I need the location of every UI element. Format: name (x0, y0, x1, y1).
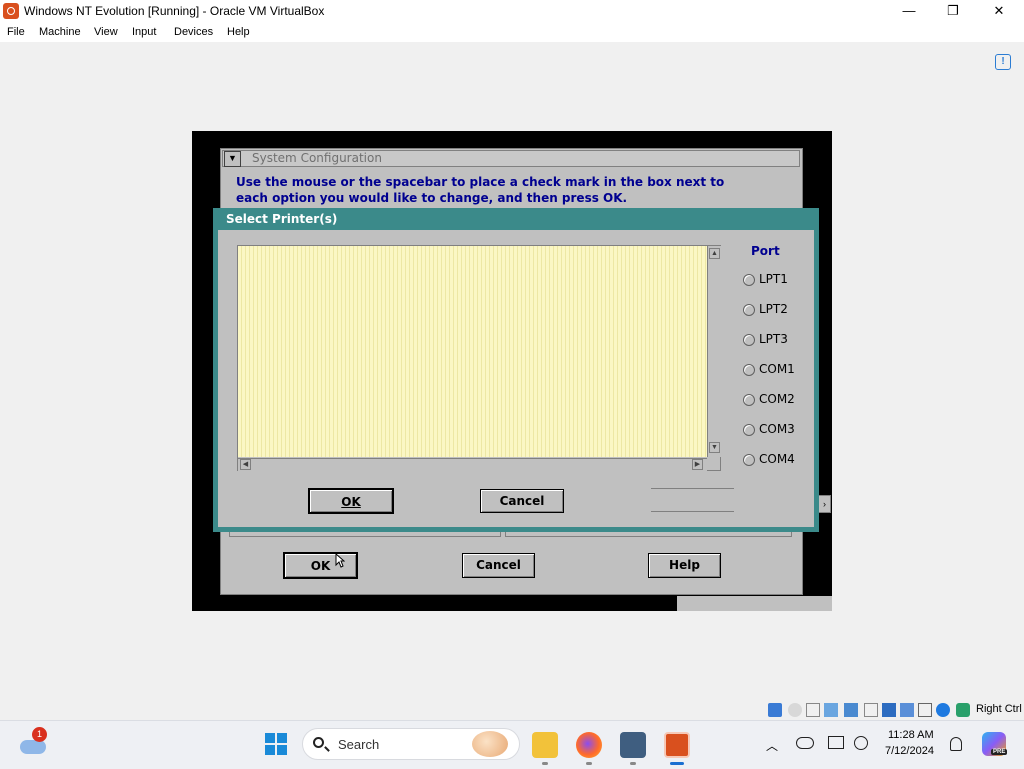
search-icon (313, 737, 324, 748)
radio-button-icon[interactable] (743, 274, 755, 286)
instructions-text: Use the mouse or the spacebar to place a… (236, 175, 725, 205)
radio-button-icon[interactable] (743, 454, 755, 466)
optical-drive-icon[interactable] (788, 703, 802, 717)
printer-cancel-button[interactable]: Cancel (480, 489, 564, 513)
firefox-icon[interactable] (576, 732, 602, 758)
network-icon[interactable] (844, 703, 858, 717)
search-placeholder: Search (338, 737, 380, 752)
system-config-ok-button[interactable]: OK (283, 552, 358, 579)
port-radio-label: COM1 (759, 362, 795, 376)
port-label: Port (751, 244, 780, 258)
hard-disk-icon[interactable] (768, 703, 782, 717)
maximize-button[interactable]: ❐ (930, 0, 976, 22)
cpu-icon[interactable] (936, 703, 950, 717)
display-tray-icon[interactable] (828, 736, 844, 749)
select-printer-title: Select Printer(s) (226, 212, 338, 226)
scroll-right-icon[interactable]: ▶ (692, 459, 703, 470)
menu-input[interactable]: Input (132, 26, 156, 38)
search-highlight-shell-icon[interactable] (472, 731, 508, 757)
copilot-preview-badge: PRE (991, 749, 1008, 755)
menu-view[interactable]: View (94, 26, 118, 38)
port-radio-label: LPT1 (759, 272, 788, 286)
scroll-stub-icon[interactable]: › (818, 495, 831, 513)
radio-button-icon[interactable] (743, 424, 755, 436)
port-radio-label: LPT2 (759, 302, 788, 316)
mouse-integration-icon[interactable] (956, 703, 970, 717)
network-status-icon[interactable] (854, 736, 868, 750)
display-icon[interactable] (900, 703, 914, 717)
radio-button-icon[interactable] (743, 364, 755, 376)
panel-divider-left (229, 532, 501, 537)
usb-icon[interactable] (864, 703, 878, 717)
radio-button-icon[interactable] (743, 304, 755, 316)
virtualbox-manager-icon[interactable] (620, 732, 646, 758)
info-notice-icon[interactable]: ! (995, 54, 1011, 70)
clock-time[interactable]: 11:28 AM (888, 729, 934, 741)
recording-icon[interactable] (918, 703, 932, 717)
window-title: Windows NT Evolution [Running] - Oracle … (24, 4, 325, 18)
show-hidden-icons-chevron-icon[interactable]: ︿ (766, 737, 778, 754)
windows-start-icon[interactable] (265, 733, 287, 755)
panel-divider-right (505, 532, 792, 537)
menu-devices[interactable]: Devices (174, 26, 213, 38)
port-radio-label: COM2 (759, 392, 795, 406)
close-button[interactable]: ✕ (976, 0, 1022, 22)
notification-bell-icon[interactable] (950, 737, 962, 751)
disabled-button-placeholder (651, 488, 734, 512)
host-key-label: Right Ctrl (976, 703, 1022, 715)
horizontal-scrollbar[interactable]: ◀ ▶ (238, 458, 707, 471)
mouse-cursor-icon (335, 553, 345, 568)
app-running-indicator (542, 762, 548, 765)
vertical-scrollbar[interactable]: ▲ ▼ (707, 246, 721, 457)
menu-machine[interactable]: Machine (39, 26, 81, 38)
menu-help[interactable]: Help (227, 26, 250, 38)
scroll-up-icon[interactable]: ▲ (709, 248, 720, 259)
radio-button-icon[interactable] (743, 334, 755, 346)
minimize-button[interactable]: — (886, 0, 932, 22)
shared-folder-icon[interactable] (882, 703, 896, 717)
scroll-left-icon[interactable]: ◀ (240, 459, 251, 470)
system-menu-icon[interactable]: ▼ (224, 151, 241, 167)
floppy-icon[interactable] (806, 703, 820, 717)
scroll-down-icon[interactable]: ▼ (709, 442, 720, 453)
weather-icon[interactable] (20, 740, 46, 754)
app-active-indicator (670, 762, 684, 765)
system-config-help-button[interactable]: Help (648, 553, 721, 578)
port-radio-label: COM3 (759, 422, 795, 436)
virtualbox-vm-icon[interactable] (664, 732, 690, 758)
file-explorer-icon[interactable] (532, 732, 558, 758)
menu-file[interactable]: File (7, 26, 25, 38)
weather-badge: 1 (32, 727, 47, 742)
audio-icon[interactable] (824, 703, 838, 717)
guest-background-strip (677, 596, 832, 611)
printer-ok-label: OK (341, 495, 361, 509)
printer-ok-button[interactable]: OK (308, 488, 394, 514)
port-radio-label: COM4 (759, 452, 795, 466)
onedrive-icon[interactable] (796, 737, 814, 749)
app-running-indicator (630, 762, 636, 765)
clock-date[interactable]: 7/12/2024 (885, 745, 934, 757)
printer-list-area[interactable] (238, 246, 707, 457)
system-config-cancel-button[interactable]: Cancel (462, 553, 535, 578)
port-radio-label: LPT3 (759, 332, 788, 346)
app-running-indicator (586, 762, 592, 765)
system-configuration-title: System Configuration (252, 151, 382, 165)
radio-button-icon[interactable] (743, 394, 755, 406)
virtualbox-icon[interactable] (3, 3, 19, 19)
